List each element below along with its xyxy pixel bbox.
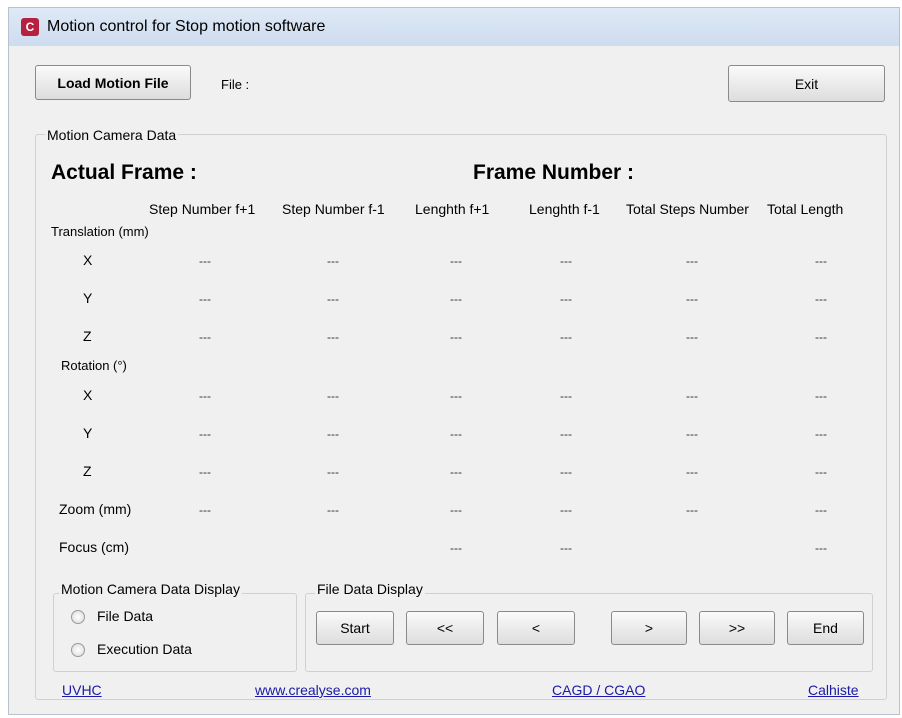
table-cell: --- [450, 541, 462, 555]
table-cell: --- [560, 541, 572, 555]
actual-frame-label: Actual Frame : [51, 161, 197, 184]
table-cell: --- [815, 465, 827, 479]
table-cell: --- [815, 541, 827, 555]
table-cell: --- [815, 330, 827, 344]
load-motion-file-button[interactable]: Load Motion File [35, 65, 191, 100]
table-cell: --- [199, 465, 211, 479]
frame-number-label: Frame Number : [473, 161, 635, 184]
end-button[interactable]: End [787, 611, 864, 645]
file-label: File : [221, 77, 250, 92]
table-cell: --- [327, 254, 339, 268]
table-cell: --- [686, 254, 698, 268]
table-cell: --- [560, 292, 572, 306]
table-cell: --- [560, 465, 572, 479]
crealyse-link[interactable]: www.crealyse.com [255, 682, 371, 698]
table-cell: --- [199, 427, 211, 441]
execution-data-radio[interactable] [71, 643, 85, 657]
column-header: Step Number f-1 [282, 201, 385, 217]
table-cell: --- [560, 503, 572, 517]
table-cell: --- [327, 292, 339, 306]
next-button[interactable]: > [611, 611, 687, 645]
execution-data-label: Execution Data [97, 641, 192, 657]
title-bar: C Motion control for Stop motion softwar… [9, 8, 899, 46]
row-label: Z [83, 328, 92, 344]
exit-button[interactable]: Exit [728, 65, 885, 102]
table-cell: --- [450, 465, 462, 479]
row-label: Y [83, 290, 93, 306]
cagd-cgao-link[interactable]: CAGD / CGAO [552, 682, 645, 698]
table-cell: --- [327, 465, 339, 479]
table-cell: --- [815, 292, 827, 306]
row-label: Focus (cm) [59, 539, 129, 555]
table-cell: --- [686, 465, 698, 479]
table-cell: --- [560, 330, 572, 344]
column-header: Total Length [767, 201, 844, 217]
previous-fast-button[interactable]: << [406, 611, 484, 645]
table-cell: --- [450, 254, 462, 268]
start-button[interactable]: Start [316, 611, 394, 645]
table-cell: --- [450, 292, 462, 306]
table-cell: --- [327, 427, 339, 441]
table-cell: --- [815, 254, 827, 268]
row-label: Zoom (mm) [59, 501, 132, 517]
row-label: Y [83, 425, 93, 441]
table-cell: --- [815, 503, 827, 517]
file-data-radio[interactable] [71, 610, 85, 624]
table-cell: --- [560, 254, 572, 268]
table-cell: --- [686, 427, 698, 441]
rotation-section-label: Rotation (°) [61, 358, 127, 373]
table-cell: --- [199, 503, 211, 517]
calhiste-link[interactable]: Calhiste [808, 682, 859, 698]
table-cell: --- [450, 389, 462, 403]
table-cell: --- [450, 330, 462, 344]
row-label: X [83, 252, 93, 268]
table-cell: --- [686, 503, 698, 517]
table-cell: --- [686, 330, 698, 344]
camera-data-display-group [53, 593, 297, 672]
table-cell: --- [199, 254, 211, 268]
column-header: Lenghth f-1 [529, 201, 600, 217]
file-data-display-title: File Data Display [315, 581, 425, 597]
table-cell: --- [560, 389, 572, 403]
previous-button[interactable]: < [497, 611, 575, 645]
app-window: C Motion control for Stop motion softwar… [8, 7, 900, 715]
table-cell: --- [815, 389, 827, 403]
row-label: X [83, 387, 93, 403]
uvhc-link[interactable]: UVHC [62, 682, 102, 698]
table-cell: --- [199, 330, 211, 344]
table-cell: --- [560, 427, 572, 441]
table-cell: --- [327, 389, 339, 403]
window-title: Motion control for Stop motion software [47, 18, 326, 35]
motion-camera-data-title: Motion Camera Data [45, 127, 179, 143]
table-cell: --- [450, 503, 462, 517]
camera-data-display-title: Motion Camera Data Display [59, 581, 242, 597]
app-logo-icon: C [21, 18, 39, 36]
table-cell: --- [199, 292, 211, 306]
column-header: Lenghth f+1 [415, 201, 490, 217]
table-cell: --- [450, 427, 462, 441]
column-header: Step Number f+1 [149, 201, 256, 217]
column-header: Total Steps Number [626, 201, 749, 217]
table-cell: --- [686, 389, 698, 403]
next-fast-button[interactable]: >> [699, 611, 775, 645]
translation-section-label: Translation (mm) [51, 224, 149, 239]
row-label: Z [83, 463, 92, 479]
table-cell: --- [199, 389, 211, 403]
table-cell: --- [815, 427, 827, 441]
table-cell: --- [327, 503, 339, 517]
table-cell: --- [327, 330, 339, 344]
table-cell: --- [686, 292, 698, 306]
file-data-label: File Data [97, 608, 154, 624]
